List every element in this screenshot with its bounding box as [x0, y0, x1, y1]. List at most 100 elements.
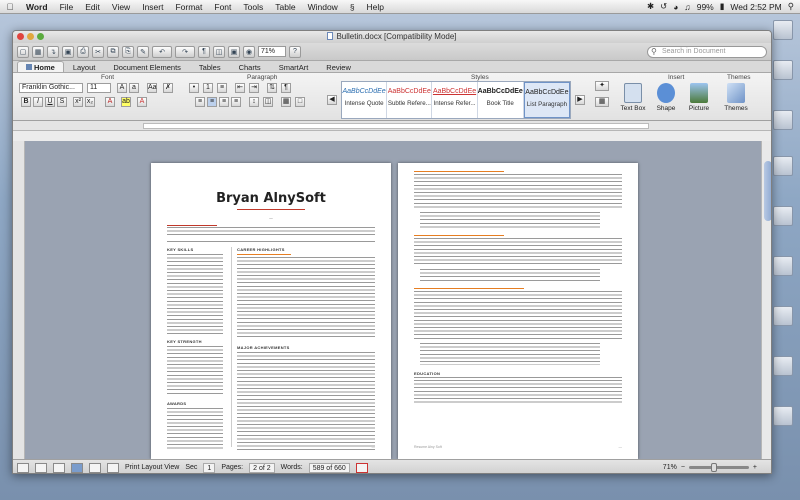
document-canvas[interactable]: Bryan AlnySoft — KEY SKILLS KEY STRENGTH…: [13, 141, 771, 459]
insert-text-box[interactable]: Text Box: [619, 83, 647, 112]
tab-tables[interactable]: Tables: [190, 61, 230, 72]
menu-tools[interactable]: Tools: [237, 2, 269, 12]
wifi-icon[interactable]: ◕: [673, 2, 678, 12]
align-right-icon[interactable]: ≡: [219, 97, 229, 107]
sort-icon[interactable]: ⇅: [267, 83, 277, 93]
save-icon[interactable]: ▣: [62, 45, 74, 58]
words-value[interactable]: 589 of 660: [308, 462, 350, 473]
menu-insert[interactable]: Insert: [136, 2, 169, 12]
shading-icon[interactable]: ▦: [281, 97, 291, 107]
italic-icon[interactable]: I: [33, 97, 43, 107]
style-list-paragraph[interactable]: AaBbCcDdEe List Paragraph: [523, 82, 570, 118]
menu-table[interactable]: Table: [269, 2, 301, 12]
document-page-2[interactable]: EDUCATION Resume Alny Soft —: [398, 163, 638, 459]
grow-font-icon[interactable]: A: [117, 83, 127, 93]
proofing-icon[interactable]: [355, 462, 368, 473]
borders-icon[interactable]: □: [295, 97, 305, 107]
tab-document-elements[interactable]: Document Elements: [104, 61, 190, 72]
horizontal-ruler[interactable]: [13, 121, 771, 131]
columns-icon[interactable]: ◫: [263, 97, 273, 107]
align-left-icon[interactable]: ≡: [195, 97, 205, 107]
search-input[interactable]: ⚲ Search in Document: [647, 45, 767, 58]
menu-format[interactable]: Format: [169, 2, 208, 12]
tab-smartart[interactable]: SmartArt: [270, 61, 318, 72]
time-machine-icon[interactable]: ↺: [660, 1, 667, 12]
desktop-file-icon[interactable]: [772, 60, 794, 80]
highlight-icon[interactable]: ab: [121, 97, 131, 107]
menu-file[interactable]: File: [54, 2, 80, 12]
menu-help[interactable]: Help: [361, 2, 390, 12]
desktop-file-icon[interactable]: [772, 256, 794, 276]
menu-window[interactable]: Window: [302, 2, 344, 12]
justify-icon[interactable]: ≡: [231, 97, 241, 107]
scroll-thumb[interactable]: [764, 161, 771, 221]
toolbox-icon[interactable]: ▣: [228, 45, 240, 58]
templates-icon[interactable]: ▦: [32, 45, 44, 58]
change-case-icon[interactable]: Aa: [147, 83, 157, 93]
manage-styles-icon[interactable]: ▦: [595, 97, 609, 107]
battery-icon[interactable]: ▮: [720, 1, 725, 12]
menu-edit[interactable]: Edit: [79, 2, 106, 12]
new-document-icon[interactable]: ▢: [17, 45, 29, 58]
style-book-title[interactable]: AaBbCcDdEe Book Title: [478, 82, 524, 118]
copy-icon[interactable]: ⧉: [107, 45, 119, 58]
pages-value[interactable]: 2 of 2: [249, 462, 275, 473]
styles-next-icon[interactable]: ▶: [575, 95, 585, 105]
font-size-dropdown[interactable]: 11: [87, 83, 111, 93]
desktop-file-icon[interactable]: [772, 110, 794, 130]
increase-indent-icon[interactable]: ⇥: [249, 83, 259, 93]
tab-charts[interactable]: Charts: [230, 61, 270, 72]
themes-button[interactable]: Themes: [721, 83, 751, 112]
show-paragraph-marks-icon[interactable]: ¶: [281, 83, 291, 93]
bullets-icon[interactable]: •: [189, 83, 199, 93]
desktop-file-icon[interactable]: [772, 406, 794, 426]
shrink-font-icon[interactable]: a: [129, 83, 139, 93]
desktop-file-icon[interactable]: [772, 156, 794, 176]
style-subtle-reference[interactable]: AaBbCcDdEe Subtle Refere...: [387, 82, 433, 118]
open-icon[interactable]: ↴: [47, 45, 59, 58]
notebook-view-icon[interactable]: [89, 462, 101, 473]
publishing-view-icon[interactable]: [53, 462, 65, 473]
vertical-ruler[interactable]: [13, 141, 25, 459]
underline-icon[interactable]: U: [45, 97, 55, 107]
volume-icon[interactable]: ♫: [684, 2, 690, 12]
font-name-dropdown[interactable]: Franklin Gothic...: [19, 83, 83, 93]
desktop-file-icon[interactable]: [772, 20, 794, 40]
document-page-1[interactable]: Bryan AlnySoft — KEY SKILLS KEY STRENGTH…: [151, 163, 391, 459]
paste-icon[interactable]: ⎘: [122, 45, 134, 58]
numbering-icon[interactable]: 1: [203, 83, 213, 93]
zoom-field[interactable]: 71%: [258, 46, 286, 57]
tab-review[interactable]: Review: [317, 61, 360, 72]
format-painter-icon[interactable]: ✎: [137, 45, 149, 58]
bold-icon[interactable]: B: [21, 97, 31, 107]
style-intense-reference[interactable]: AaBbCcDdEe Intense Refer...: [432, 82, 478, 118]
styles-prev-icon[interactable]: ◀: [327, 95, 337, 105]
menu-font[interactable]: Font: [208, 2, 237, 12]
redo-icon[interactable]: ↷: [175, 45, 195, 58]
style-intense-quote[interactable]: AaBbCcDdEe Intense Quote: [342, 82, 388, 118]
section-value[interactable]: 1: [203, 462, 216, 473]
cut-icon[interactable]: ✂: [92, 45, 104, 58]
script-icon[interactable]: §: [344, 2, 361, 12]
decrease-indent-icon[interactable]: ⇤: [235, 83, 245, 93]
clock[interactable]: Wed 2:52 PM: [730, 2, 781, 12]
align-center-icon[interactable]: ≡: [207, 97, 217, 107]
zoom-slider[interactable]: [688, 463, 749, 472]
media-browser-icon[interactable]: ◉: [243, 45, 255, 58]
desktop-file-icon[interactable]: [772, 206, 794, 226]
tab-layout[interactable]: Layout: [64, 61, 105, 72]
help-icon[interactable]: ?: [289, 45, 301, 58]
zoom-in-icon[interactable]: +: [753, 464, 757, 471]
tab-home[interactable]: Home: [17, 61, 64, 72]
print-icon[interactable]: ⎙: [77, 45, 89, 58]
text-effects-icon[interactable]: A: [105, 97, 115, 107]
battery-percent[interactable]: 99%: [697, 2, 714, 12]
desktop-file-icon[interactable]: [772, 306, 794, 326]
strikethrough-icon[interactable]: S: [57, 97, 67, 107]
superscript-icon[interactable]: x²: [73, 97, 83, 107]
vertical-scrollbar[interactable]: [761, 141, 771, 459]
apple-icon[interactable]: : [0, 2, 20, 12]
bluetooth-icon[interactable]: ✱: [647, 1, 654, 12]
zoom-slider-knob[interactable]: [710, 463, 717, 472]
menu-view[interactable]: View: [106, 2, 136, 12]
